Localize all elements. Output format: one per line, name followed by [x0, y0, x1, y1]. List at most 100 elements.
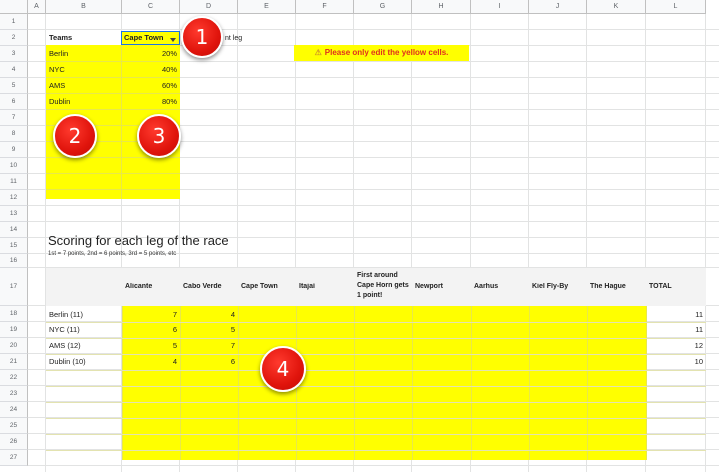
row-header[interactable]: 6	[0, 94, 28, 110]
column-header[interactable]: H	[412, 0, 471, 14]
team-name-cell[interactable]: Berlin	[46, 46, 122, 62]
grid-line	[646, 306, 647, 460]
column-header[interactable]: D	[180, 0, 238, 14]
select-all-corner[interactable]	[0, 0, 28, 14]
total-header: TOTAL	[649, 283, 672, 290]
team-name-cell[interactable]: NYC	[46, 62, 122, 78]
score-cell[interactable]: 7	[122, 308, 180, 322]
leg-header: Aarhus	[474, 283, 499, 290]
row-header[interactable]: 21	[0, 354, 28, 370]
grid-line	[46, 338, 706, 339]
row-header[interactable]: 18	[0, 306, 28, 322]
team-pct-cell[interactable]: 80%	[122, 94, 180, 110]
leg-dropdown-value: Cape Town	[124, 33, 164, 42]
score-team-cell[interactable]: NYC (11)	[46, 323, 122, 337]
row-header[interactable]: 15	[0, 238, 28, 254]
grid-line	[46, 386, 706, 387]
leg-header: Kiel Fly-By	[532, 283, 569, 290]
team-name-cell[interactable]: Dublin	[46, 94, 122, 110]
grid-line	[46, 434, 706, 435]
grid-line	[46, 370, 706, 371]
total-cell: 11	[695, 325, 703, 334]
teams-header: Teams	[49, 33, 73, 42]
grid-line	[354, 306, 355, 460]
column-header[interactable]: G	[354, 0, 412, 14]
scoring-title: Scoring for each leg of the race	[48, 233, 229, 248]
grid-line	[28, 29, 719, 30]
grid-line	[28, 465, 719, 466]
column-header[interactable]: B	[46, 0, 122, 14]
row-header[interactable]: 25	[0, 418, 28, 434]
row-header[interactable]: 5	[0, 78, 28, 94]
grid-line	[46, 61, 180, 62]
row-header[interactable]: 10	[0, 158, 28, 174]
leg-header: First around Cape Horn gets 1 point!	[357, 272, 409, 299]
grid-line	[46, 109, 180, 110]
row-header[interactable]: 24	[0, 402, 28, 418]
column-header[interactable]: J	[529, 0, 587, 14]
row-header[interactable]: 11	[0, 174, 28, 190]
column-header[interactable]: L	[646, 0, 706, 14]
callout-badge: 3	[137, 114, 181, 158]
grid-line	[46, 173, 180, 174]
grid-line	[121, 45, 122, 199]
row-header[interactable]: 14	[0, 222, 28, 238]
row-header[interactable]: 19	[0, 322, 28, 338]
grid-line	[238, 306, 239, 460]
grid-line	[122, 306, 123, 460]
row-header[interactable]: 23	[0, 386, 28, 402]
column-header[interactable]: F	[296, 0, 354, 14]
team-name-cell[interactable]: AMS	[46, 78, 122, 94]
score-cell[interactable]: 5	[122, 339, 180, 353]
score-cell[interactable]: 7	[180, 339, 238, 353]
row-header[interactable]: 7	[0, 110, 28, 126]
row-header[interactable]: 16	[0, 254, 28, 268]
edit-warning-banner: ⚠ Please only edit the yellow cells.	[294, 45, 469, 61]
callout-badge: 1	[181, 16, 223, 58]
row-header[interactable]: 17	[0, 268, 28, 306]
score-cell[interactable]: 4	[180, 308, 238, 322]
dropdown-arrow-icon[interactable]	[170, 38, 176, 42]
score-team-cell[interactable]: AMS (12)	[46, 339, 122, 353]
total-cell: 10	[694, 357, 703, 366]
grid-line	[28, 205, 719, 206]
grid-line	[529, 306, 530, 460]
leg-dropdown[interactable]: Cape Town	[121, 31, 180, 45]
row-header[interactable]: 26	[0, 434, 28, 450]
score-cell[interactable]: 5	[180, 323, 238, 337]
row-header[interactable]: 3	[0, 46, 28, 62]
column-header[interactable]: K	[587, 0, 646, 14]
row-header[interactable]: 22	[0, 370, 28, 386]
team-pct-cell[interactable]: 40%	[122, 62, 180, 78]
row-header[interactable]: 13	[0, 206, 28, 222]
row-header[interactable]: 12	[0, 190, 28, 206]
row-header[interactable]: 27	[0, 450, 28, 466]
team-pct-cell[interactable]: 60%	[122, 78, 180, 94]
leg-header: Cape Town	[241, 283, 278, 290]
score-team-cell[interactable]: Dublin (10)	[46, 355, 122, 369]
score-cell[interactable]: 4	[122, 355, 180, 369]
leg-label-fragment: nt leg	[225, 35, 243, 42]
row-header[interactable]: 8	[0, 126, 28, 142]
row-header[interactable]: 9	[0, 142, 28, 158]
row-header[interactable]: 4	[0, 62, 28, 78]
score-cell[interactable]: 6	[122, 323, 180, 337]
score-cell[interactable]: 6	[180, 355, 238, 369]
column-header[interactable]: A	[28, 0, 46, 14]
row-header[interactable]: 2	[0, 30, 28, 46]
column-header[interactable]: C	[122, 0, 180, 14]
grid-line	[46, 354, 706, 355]
team-pct-cell[interactable]: 20%	[122, 46, 180, 62]
column-header[interactable]: E	[238, 0, 296, 14]
row-header[interactable]: 20	[0, 338, 28, 354]
leg-header: Cabo Verde	[183, 283, 222, 290]
column-header[interactable]: I	[471, 0, 529, 14]
warning-icon: ⚠	[314, 48, 322, 57]
score-team-cell[interactable]: Berlin (11)	[46, 308, 122, 322]
row-header[interactable]: 1	[0, 14, 28, 30]
total-cell: 12	[694, 341, 703, 350]
grid-line	[46, 77, 180, 78]
grid-line	[46, 450, 706, 451]
grid-line	[46, 322, 706, 323]
grid-line	[471, 306, 472, 460]
